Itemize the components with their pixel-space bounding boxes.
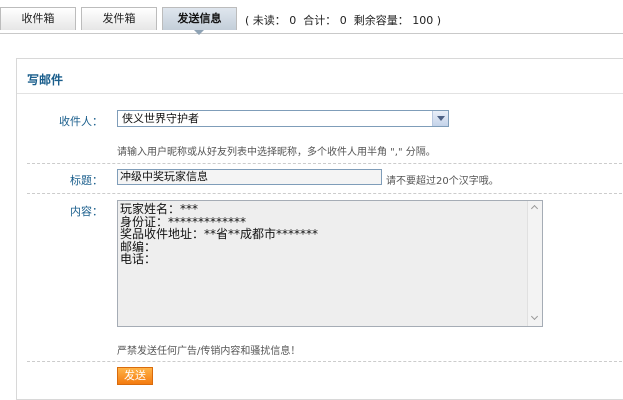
recipient-selected-value: 侠义世界守护者 bbox=[122, 112, 199, 125]
content-text: 玩家姓名：*** 身份证：************* 奖品收件地址：**省**成… bbox=[120, 203, 318, 266]
compose-panel: 写邮件 收件人： 侠义世界守护者 请输入用户昵称或从好友列表中选择昵称，多个收件… bbox=[16, 58, 623, 400]
stats-open: ( bbox=[245, 14, 250, 27]
title-divider bbox=[17, 93, 623, 94]
total-count: 0 bbox=[339, 14, 347, 27]
content-label: 内容： bbox=[70, 205, 103, 218]
tab-send-message[interactable]: 发送信息 bbox=[162, 7, 237, 30]
compose-title: 写邮件 bbox=[27, 73, 64, 87]
subject-label: 标题： bbox=[70, 174, 103, 187]
scroll-up-icon[interactable] bbox=[529, 202, 542, 215]
subject-input[interactable]: 冲级中奖玩家信息 bbox=[117, 169, 382, 185]
unread-label: 未读： bbox=[252, 14, 286, 27]
active-tab-pointer-icon bbox=[194, 30, 204, 35]
content-line: 奖品收件地址：**省**成都市******* bbox=[120, 227, 319, 241]
capacity-label: 剩余容量： bbox=[353, 14, 409, 27]
stats-close: ) bbox=[436, 14, 442, 27]
recipient-hint: 请输入用户昵称或从好友列表中选择昵称，多个收件人用半角 "," 分隔。 bbox=[117, 147, 436, 158]
subject-hint: 请不要超过20个汉字哦。 bbox=[386, 176, 499, 187]
content-line: 电话： bbox=[120, 252, 157, 266]
send-button[interactable]: 发送 bbox=[117, 367, 153, 385]
content-line: 玩家姓名：*** bbox=[120, 202, 199, 216]
tab-inbox[interactable]: 收件箱 bbox=[0, 7, 76, 30]
content-scrollbar[interactable] bbox=[527, 201, 542, 326]
capacity-value: 100 bbox=[412, 14, 434, 27]
chevron-down-icon[interactable] bbox=[432, 111, 448, 126]
total-label: 合计： bbox=[303, 14, 337, 27]
mailbox-stats: ( 未读： 0 合计： 0 剩余容量： 100 ) bbox=[245, 12, 441, 28]
recipient-select[interactable]: 侠义世界守护者 bbox=[117, 110, 449, 127]
content-textarea[interactable]: 玩家姓名：*** 身份证：************* 奖品收件地址：**省**成… bbox=[117, 200, 543, 327]
mailbox-tab-bar: 收件箱 发件箱 发送信息 ( 未读： 0 合计： 0 剩余容量： 100 ) bbox=[0, 0, 623, 35]
row-divider bbox=[27, 193, 622, 194]
tab-outbox[interactable]: 发件箱 bbox=[81, 7, 157, 30]
recipient-label: 收件人： bbox=[59, 115, 103, 128]
unread-count: 0 bbox=[289, 14, 297, 27]
row-divider bbox=[27, 163, 622, 164]
row-divider bbox=[27, 361, 622, 362]
content-warning: 严禁发送任何广告/传销内容和骚扰信息！ bbox=[117, 346, 301, 357]
scroll-down-icon[interactable] bbox=[529, 312, 542, 325]
